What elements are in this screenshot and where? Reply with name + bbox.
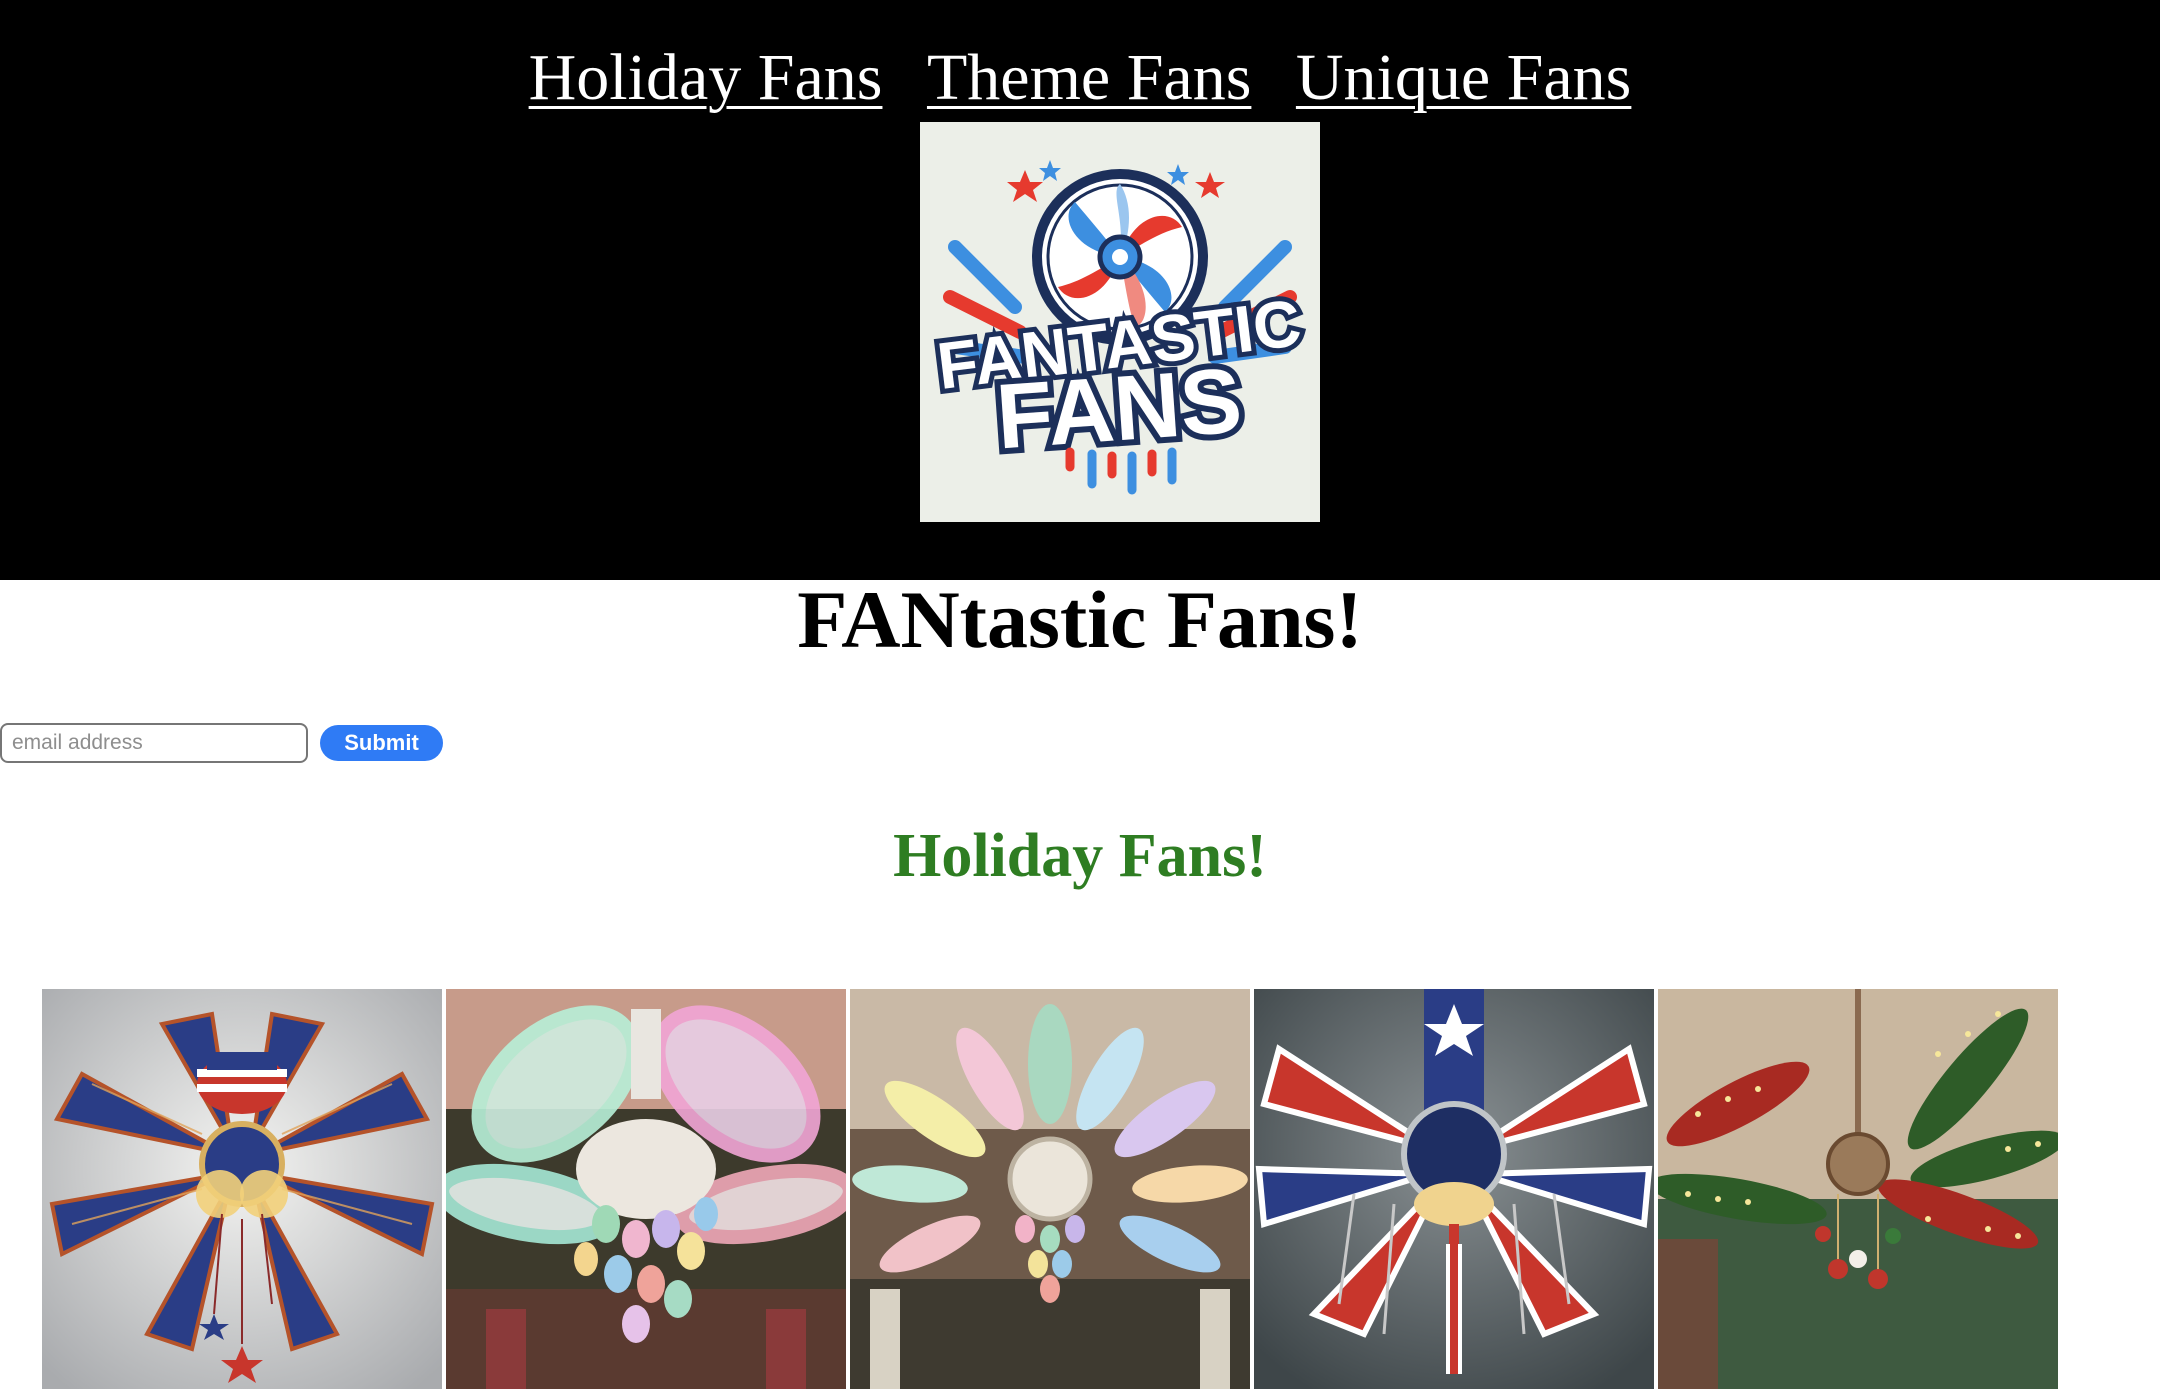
section-title: Holiday Fans! [893,822,1267,890]
main-nav: Holiday Fans Theme Fans Unique Fans [0,38,2160,118]
patriotic-fan-image [42,989,442,1389]
site-header: Holiday Fans Theme Fans Unique Fans FANT… [0,0,2160,580]
gallery-item-4[interactable] [1254,989,1654,1389]
nav-link-theme-fans[interactable]: Theme Fans [927,41,1251,114]
email-input[interactable] [0,723,308,763]
easter-egg-fan-image [446,989,846,1389]
svg-text:FANS: FANS [993,350,1245,469]
stars-stripes-fan-image [1254,989,1654,1389]
gallery-item-2[interactable] [446,989,846,1389]
gallery-item-3[interactable] [850,989,1250,1389]
gallery-item-1[interactable] [42,989,442,1389]
submit-button[interactable]: Submit [320,725,443,761]
fantastic-fans-logo: FANTASTIC FANS [920,122,1320,522]
page-title: FANtastic Fans! [797,574,1363,665]
nav-link-holiday-fans[interactable]: Holiday Fans [529,41,883,114]
pastel-chandelier-fan-image [850,989,1250,1389]
logo-graphic: FANTASTIC FANS [920,122,1320,522]
holiday-fans-gallery [42,989,2062,1389]
nav-link-unique-fans[interactable]: Unique Fans [1296,41,1631,114]
gallery-item-5[interactable] [1658,989,2058,1389]
christmas-lights-fan-image [1658,989,2058,1389]
